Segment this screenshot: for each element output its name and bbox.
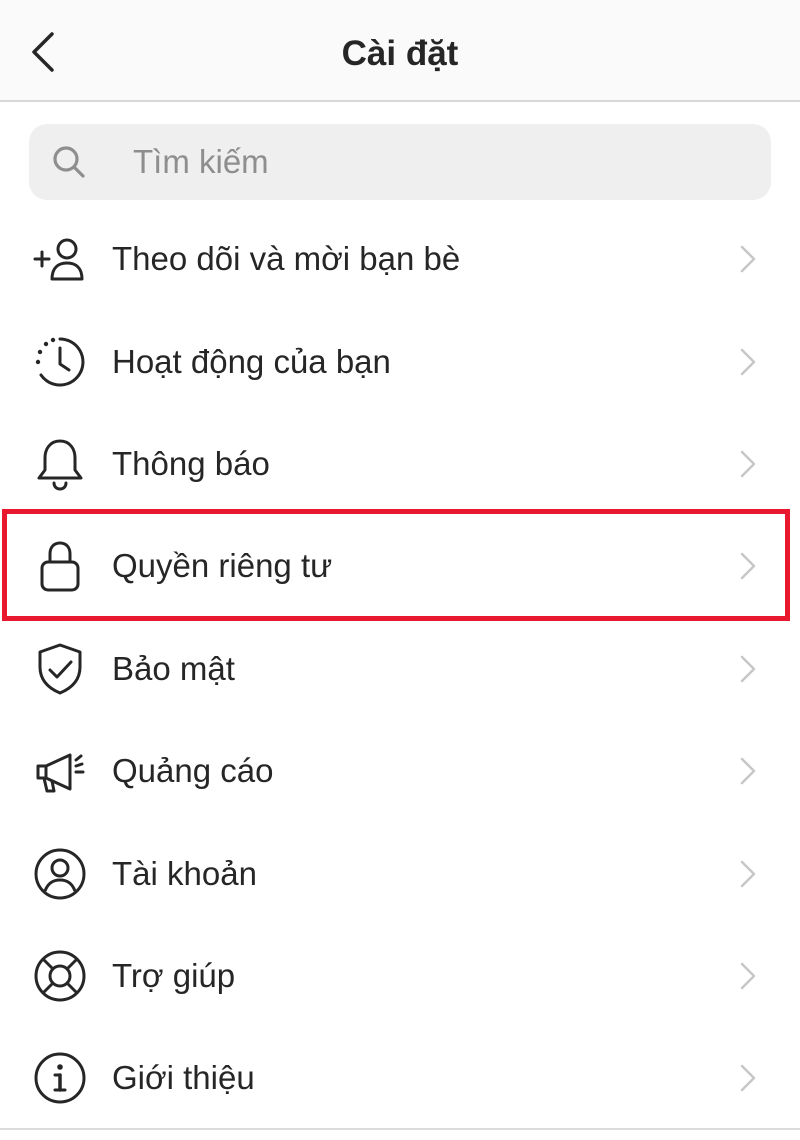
menu-item-label: Hoạt động của bạn (112, 342, 391, 380)
chevron-right-icon (740, 757, 756, 785)
menu-item-label: Quyền riêng tư (112, 547, 333, 585)
settings-menu: Theo dõi và mời bạn bè Hoạt động của bạn (0, 208, 800, 1130)
chevron-right-icon (740, 1065, 756, 1092)
chevron-right-icon (740, 655, 756, 682)
chevron-right-icon (740, 553, 756, 580)
menu-item-about[interactable]: Giới thiệu (0, 1027, 800, 1129)
chevron-right-icon (740, 450, 756, 478)
chevron-right-icon (740, 962, 756, 990)
chevron-right-icon (740, 245, 756, 273)
megaphone-icon (32, 743, 88, 799)
chevron-right-icon (740, 348, 756, 375)
menu-item-your-activity[interactable]: Hoạt động của bạn (0, 310, 800, 412)
menu-item-label: Quảng cáo (112, 752, 274, 790)
add-person-icon (32, 231, 88, 287)
divider (0, 1128, 800, 1130)
menu-item-label: Tài khoản (112, 854, 257, 892)
menu-item-follow-invite[interactable]: Theo dõi và mời bạn bè (0, 208, 800, 310)
search-icon (53, 146, 85, 178)
activity-clock-icon (32, 334, 88, 390)
bell-icon (32, 436, 88, 492)
menu-item-label: Thông báo (112, 444, 270, 482)
menu-item-label: Theo dõi và mời bạn bè (112, 240, 461, 278)
search-bar[interactable] (29, 124, 771, 200)
search-input[interactable] (133, 138, 733, 186)
menu-item-security[interactable]: Bảo mật (0, 618, 800, 720)
menu-item-ads[interactable]: Quảng cáo (0, 720, 800, 822)
lifebuoy-icon (32, 948, 88, 1004)
shield-check-icon (32, 641, 88, 697)
menu-item-privacy[interactable]: Quyền riêng tư (0, 509, 800, 622)
chevron-right-icon (740, 860, 756, 887)
menu-item-label: Trợ giúp (112, 956, 236, 994)
account-circle-icon (32, 846, 88, 902)
lock-icon (32, 538, 88, 594)
menu-item-account[interactable]: Tài khoản (0, 822, 800, 924)
info-icon (32, 1050, 88, 1106)
menu-item-label: Bảo mật (112, 649, 235, 687)
menu-item-label: Giới thiệu (112, 1059, 255, 1097)
menu-item-notifications[interactable]: Thông báo (0, 413, 800, 515)
page-title: Cài đặt (341, 34, 459, 73)
menu-item-help[interactable]: Trợ giúp (0, 925, 800, 1027)
header: Cài đặt (0, 0, 800, 102)
